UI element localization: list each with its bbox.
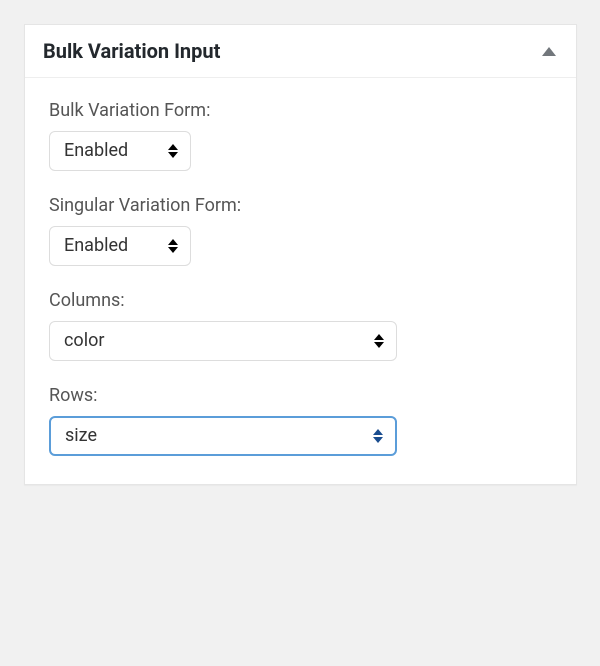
singular-variation-form-label: Singular Variation Form: [49,195,552,216]
metabox-title: Bulk Variation Input [43,39,220,63]
metabox-header[interactable]: Bulk Variation Input [25,25,576,78]
rows-field: Rows: size [49,385,552,456]
select-arrows-icon [373,429,383,443]
columns-select[interactable]: color [49,321,397,361]
bulk-variation-form-label: Bulk Variation Form: [49,100,552,121]
columns-field: Columns: color [49,290,552,361]
select-arrows-icon [168,144,178,158]
select-arrows-icon [168,239,178,253]
bulk-variation-form-field: Bulk Variation Form: Enabled [49,100,552,171]
bulk-variation-form-select[interactable]: Enabled [49,131,191,171]
collapse-toggle-icon[interactable] [542,47,556,56]
rows-label: Rows: [49,385,552,406]
select-value: color [50,322,396,360]
singular-variation-form-select[interactable]: Enabled [49,226,191,266]
columns-label: Columns: [49,290,552,311]
singular-variation-form-field: Singular Variation Form: Enabled [49,195,552,266]
select-value: size [51,418,395,454]
metabox-body: Bulk Variation Form: Enabled Singular Va… [25,78,576,484]
bulk-variation-input-metabox: Bulk Variation Input Bulk Variation Form… [24,24,577,485]
rows-select[interactable]: size [49,416,397,456]
select-arrows-icon [374,334,384,348]
